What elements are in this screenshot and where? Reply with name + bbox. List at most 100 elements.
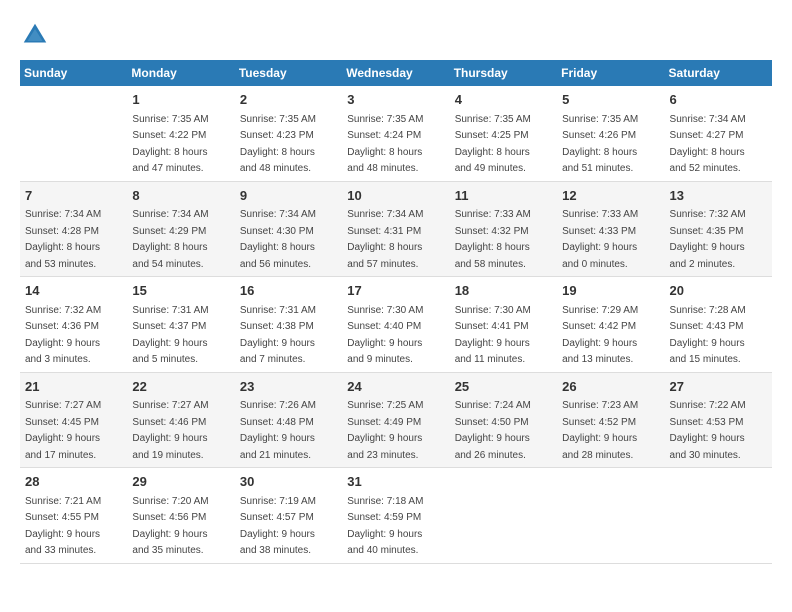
day-cell: 17Sunrise: 7:30 AM Sunset: 4:40 PM Dayli… bbox=[342, 277, 449, 373]
day-info: Sunrise: 7:32 AM Sunset: 4:36 PM Dayligh… bbox=[25, 305, 101, 366]
column-header-friday: Friday bbox=[557, 60, 664, 86]
day-info: Sunrise: 7:34 AM Sunset: 4:27 PM Dayligh… bbox=[670, 114, 746, 175]
day-cell: 29 Sunrise: 7:20 AM Sunset: 4:56 PM Dayli… bbox=[127, 468, 234, 564]
day-number: 29 bbox=[132, 472, 229, 492]
week-row-5: 28 Sunrise: 7:21 AM Sunset: 4:55 PM Dayli… bbox=[20, 468, 772, 564]
day-info: Sunrise: 7:34 AM Sunset: 4:28 PM Dayligh… bbox=[25, 209, 101, 270]
day-cell: 23 Sunrise: 7:26 AM Sunset: 4:48 PM Dayli… bbox=[235, 372, 342, 468]
day-info: Sunrise: 7:23 AM Sunset: 4:52 PM Dayligh… bbox=[562, 400, 638, 461]
day-info: Sunrise: 7:35 AM Sunset: 4:24 PM Dayligh… bbox=[347, 114, 423, 175]
week-row-1: 1 Sunrise: 7:35 AM Sunset: 4:22 PM Daylig… bbox=[20, 86, 772, 181]
day-number: 21 bbox=[25, 377, 122, 397]
day-info: Sunrise: 7:30 AM Sunset: 4:40 PM Dayligh… bbox=[347, 305, 423, 366]
column-header-sunday: Sunday bbox=[20, 60, 127, 86]
day-number: 9 bbox=[240, 186, 337, 206]
day-cell: 9 Sunrise: 7:34 AM Sunset: 4:30 PM Daylig… bbox=[235, 181, 342, 277]
day-info: Sunrise: 7:18 AM Sunset: 4:59 PM Dayligh… bbox=[347, 496, 423, 557]
day-cell: 6 Sunrise: 7:34 AM Sunset: 4:27 PM Daylig… bbox=[665, 86, 772, 181]
day-number: 18 bbox=[455, 281, 552, 301]
day-info: Sunrise: 7:27 AM Sunset: 4:46 PM Dayligh… bbox=[132, 400, 208, 461]
logo-icon bbox=[20, 20, 50, 50]
day-cell: 1 Sunrise: 7:35 AM Sunset: 4:22 PM Daylig… bbox=[127, 86, 234, 181]
logo bbox=[20, 20, 54, 50]
day-cell bbox=[665, 468, 772, 564]
day-info: Sunrise: 7:27 AM Sunset: 4:45 PM Dayligh… bbox=[25, 400, 101, 461]
day-number: 31 bbox=[347, 472, 444, 492]
day-info: Sunrise: 7:24 AM Sunset: 4:50 PM Dayligh… bbox=[455, 400, 531, 461]
day-cell: 26 Sunrise: 7:23 AM Sunset: 4:52 PM Dayli… bbox=[557, 372, 664, 468]
day-number: 15 bbox=[132, 281, 229, 301]
day-cell: 20Sunrise: 7:28 AM Sunset: 4:43 PM Dayli… bbox=[665, 277, 772, 373]
day-number: 1 bbox=[132, 90, 229, 110]
day-cell: 10Sunrise: 7:34 AM Sunset: 4:31 PM Dayli… bbox=[342, 181, 449, 277]
day-info: Sunrise: 7:34 AM Sunset: 4:29 PM Dayligh… bbox=[132, 209, 208, 270]
week-row-4: 21 Sunrise: 7:27 AM Sunset: 4:45 PM Dayli… bbox=[20, 372, 772, 468]
day-number: 19 bbox=[562, 281, 659, 301]
day-cell: 27 Sunrise: 7:22 AM Sunset: 4:53 PM Dayli… bbox=[665, 372, 772, 468]
day-cell: 3 Sunrise: 7:35 AM Sunset: 4:24 PM Daylig… bbox=[342, 86, 449, 181]
day-number: 4 bbox=[455, 90, 552, 110]
week-row-2: 7 Sunrise: 7:34 AM Sunset: 4:28 PM Daylig… bbox=[20, 181, 772, 277]
day-number: 16 bbox=[240, 281, 337, 301]
column-header-thursday: Thursday bbox=[450, 60, 557, 86]
day-number: 22 bbox=[132, 377, 229, 397]
day-cell: 22 Sunrise: 7:27 AM Sunset: 4:46 PM Dayli… bbox=[127, 372, 234, 468]
day-cell: 21 Sunrise: 7:27 AM Sunset: 4:45 PM Dayli… bbox=[20, 372, 127, 468]
day-cell: 31 Sunrise: 7:18 AM Sunset: 4:59 PM Dayli… bbox=[342, 468, 449, 564]
page-header bbox=[20, 20, 772, 50]
day-number: 8 bbox=[132, 186, 229, 206]
day-cell: 4Sunrise: 7:35 AM Sunset: 4:25 PM Daylig… bbox=[450, 86, 557, 181]
day-number: 23 bbox=[240, 377, 337, 397]
day-cell: 2 Sunrise: 7:35 AM Sunset: 4:23 PM Daylig… bbox=[235, 86, 342, 181]
day-info: Sunrise: 7:29 AM Sunset: 4:42 PM Dayligh… bbox=[562, 305, 638, 366]
day-cell: 30 Sunrise: 7:19 AM Sunset: 4:57 PM Dayli… bbox=[235, 468, 342, 564]
header-row: SundayMondayTuesdayWednesdayThursdayFrid… bbox=[20, 60, 772, 86]
day-cell: 16 Sunrise: 7:31 AM Sunset: 4:38 PM Dayli… bbox=[235, 277, 342, 373]
day-info: Sunrise: 7:34 AM Sunset: 4:30 PM Dayligh… bbox=[240, 209, 316, 270]
day-number: 28 bbox=[25, 472, 122, 492]
week-row-3: 14 Sunrise: 7:32 AM Sunset: 4:36 PM Dayli… bbox=[20, 277, 772, 373]
day-number: 7 bbox=[25, 186, 122, 206]
day-info: Sunrise: 7:25 AM Sunset: 4:49 PM Dayligh… bbox=[347, 400, 423, 461]
day-info: Sunrise: 7:33 AM Sunset: 4:32 PM Dayligh… bbox=[455, 209, 531, 270]
day-number: 3 bbox=[347, 90, 444, 110]
column-header-tuesday: Tuesday bbox=[235, 60, 342, 86]
day-info: Sunrise: 7:31 AM Sunset: 4:38 PM Dayligh… bbox=[240, 305, 316, 366]
day-number: 12 bbox=[562, 186, 659, 206]
day-number: 11 bbox=[455, 186, 552, 206]
day-cell: 13Sunrise: 7:32 AM Sunset: 4:35 PM Dayli… bbox=[665, 181, 772, 277]
day-info: Sunrise: 7:35 AM Sunset: 4:22 PM Dayligh… bbox=[132, 114, 208, 175]
day-number: 30 bbox=[240, 472, 337, 492]
day-cell: 5 Sunrise: 7:35 AM Sunset: 4:26 PM Daylig… bbox=[557, 86, 664, 181]
day-info: Sunrise: 7:22 AM Sunset: 4:53 PM Dayligh… bbox=[670, 400, 746, 461]
column-header-saturday: Saturday bbox=[665, 60, 772, 86]
day-number: 5 bbox=[562, 90, 659, 110]
day-info: Sunrise: 7:19 AM Sunset: 4:57 PM Dayligh… bbox=[240, 496, 316, 557]
day-number: 10 bbox=[347, 186, 444, 206]
day-cell: 28 Sunrise: 7:21 AM Sunset: 4:55 PM Dayli… bbox=[20, 468, 127, 564]
day-info: Sunrise: 7:33 AM Sunset: 4:33 PM Dayligh… bbox=[562, 209, 638, 270]
day-cell bbox=[20, 86, 127, 181]
day-info: Sunrise: 7:20 AM Sunset: 4:56 PM Dayligh… bbox=[132, 496, 208, 557]
day-cell: 18 Sunrise: 7:30 AM Sunset: 4:41 PM Dayli… bbox=[450, 277, 557, 373]
day-info: Sunrise: 7:35 AM Sunset: 4:26 PM Dayligh… bbox=[562, 114, 638, 175]
column-header-wednesday: Wednesday bbox=[342, 60, 449, 86]
day-number: 14 bbox=[25, 281, 122, 301]
day-number: 6 bbox=[670, 90, 767, 110]
day-number: 27 bbox=[670, 377, 767, 397]
day-cell: 7 Sunrise: 7:34 AM Sunset: 4:28 PM Daylig… bbox=[20, 181, 127, 277]
day-number: 26 bbox=[562, 377, 659, 397]
day-cell: 19 Sunrise: 7:29 AM Sunset: 4:42 PM Dayli… bbox=[557, 277, 664, 373]
day-cell: 14 Sunrise: 7:32 AM Sunset: 4:36 PM Dayli… bbox=[20, 277, 127, 373]
day-number: 2 bbox=[240, 90, 337, 110]
day-info: Sunrise: 7:21 AM Sunset: 4:55 PM Dayligh… bbox=[25, 496, 101, 557]
day-info: Sunrise: 7:28 AM Sunset: 4:43 PM Dayligh… bbox=[670, 305, 746, 366]
day-cell bbox=[450, 468, 557, 564]
day-info: Sunrise: 7:26 AM Sunset: 4:48 PM Dayligh… bbox=[240, 400, 316, 461]
day-info: Sunrise: 7:30 AM Sunset: 4:41 PM Dayligh… bbox=[455, 305, 531, 366]
day-info: Sunrise: 7:35 AM Sunset: 4:23 PM Dayligh… bbox=[240, 114, 316, 175]
day-number: 13 bbox=[670, 186, 767, 206]
day-number: 25 bbox=[455, 377, 552, 397]
day-cell: 11 Sunrise: 7:33 AM Sunset: 4:32 PM Dayli… bbox=[450, 181, 557, 277]
day-cell: 8 Sunrise: 7:34 AM Sunset: 4:29 PM Daylig… bbox=[127, 181, 234, 277]
